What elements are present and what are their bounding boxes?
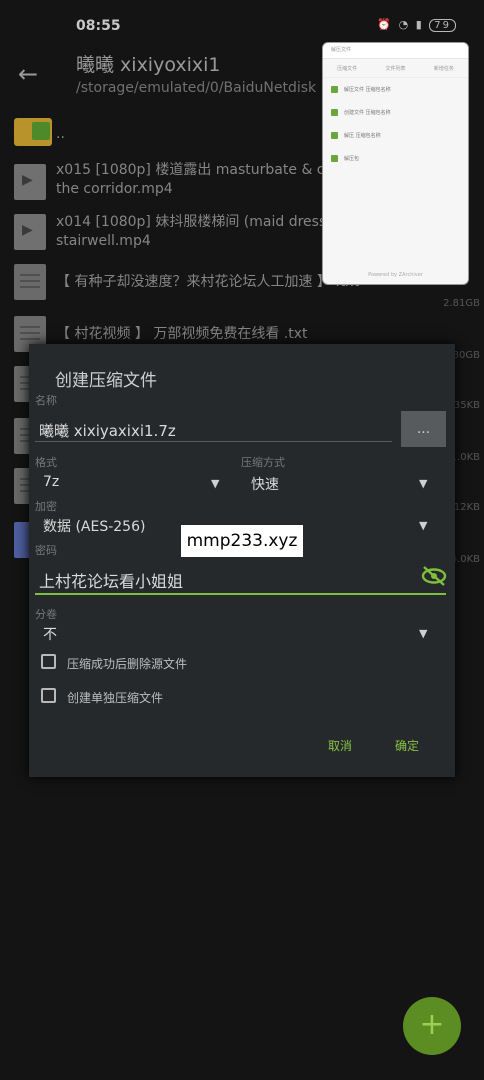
compression-label: 压缩方式 <box>241 456 285 469</box>
thumbnail-row: 创建文件 压缩包名称 <box>323 101 468 124</box>
file-size: 1.0KB <box>450 452 480 463</box>
file-name-line2: the corridor.mp4 <box>56 181 173 197</box>
file-size: 4.0KB <box>450 554 480 565</box>
name-underline <box>35 441 392 442</box>
thumbnail-row-text: 创建文件 压缩包名称 <box>344 110 391 116</box>
thumbnail-tab: 压缩文件 <box>337 65 358 72</box>
chevron-down-icon[interactable]: ▼ <box>419 477 427 490</box>
dialog-title: 创建压缩文件 <box>55 371 157 391</box>
chevron-down-icon[interactable]: ▼ <box>419 519 427 532</box>
file-name: x015 [1080p] 楼道露出 masturbate & cum <box>56 162 348 178</box>
browse-button[interactable]: ... <box>401 411 446 447</box>
file-name: 【 有种子却没速度？来村花论坛人工加速 】 .txt <box>56 274 360 290</box>
thumbnail-file-icon <box>331 86 338 93</box>
thumbnail-file-icon <box>331 109 338 116</box>
video-file-icon <box>14 164 46 200</box>
thumbnail-footer: Powered by ZArchiver <box>368 272 423 278</box>
thumbnail-row-text: 解压文件 压缩包名称 <box>344 87 391 93</box>
file-size: 2.81GB <box>443 298 480 309</box>
status-time: 08:55 <box>76 18 121 34</box>
signal-icon: ▮ <box>415 18 424 31</box>
watermark: mmp233.xyz <box>181 525 303 557</box>
thumbnail-row: 解压包 <box>323 147 468 170</box>
thumbnail-tabs: 压缩文件 文件列表 新增任务 <box>323 59 468 78</box>
file-name: 【 村花视频 】 万部视频免费在线看 .txt <box>56 326 308 342</box>
add-button[interactable]: + <box>403 997 461 1055</box>
visibility-off-icon[interactable] <box>421 566 447 586</box>
delete-source-label: 压缩成功后删除源文件 <box>67 657 188 671</box>
name-label: 名称 <box>35 394 57 407</box>
file-size: 12KB <box>453 502 480 513</box>
thumbnail-row-text: 解压 压缩包名称 <box>344 133 381 139</box>
status-icons: ⏰ ◔ ▮ 79 <box>377 18 456 32</box>
video-file-icon <box>14 214 46 250</box>
file-name: .. <box>56 126 65 142</box>
cancel-button[interactable]: 取消 <box>328 737 352 754</box>
separate-archives-label: 创建单独压缩文件 <box>67 691 164 705</box>
battery-icon: 79 <box>429 19 456 32</box>
create-archive-dialog: 创建压缩文件 名称 曦曦 xixiyaxixi1.7z ... 格式 7z ▼ … <box>29 344 455 777</box>
chevron-down-icon[interactable]: ▼ <box>211 477 219 490</box>
thumbnail-file-icon <box>331 132 338 139</box>
app-thumbnail[interactable]: 解压文件 压缩文件 文件列表 新增任务 解压文件 压缩包名称 创建文件 压缩包名… <box>322 42 469 285</box>
encryption-select[interactable]: 数据 (AES-256) <box>43 516 145 536</box>
file-name: x014 [1080p] 妹抖服楼梯间 (maid dress) <box>56 214 332 230</box>
wifi-icon: ◔ <box>398 18 411 31</box>
thumbnail-row: 解压 压缩包名称 <box>323 124 468 147</box>
folder-icon <box>14 118 52 146</box>
split-label: 分卷 <box>35 608 57 621</box>
thumbnail-tab: 文件列表 <box>385 65 406 72</box>
encryption-label: 加密 <box>35 500 57 513</box>
folder-path: /storage/emulated/0/BaiduNetdisk <box>76 80 317 96</box>
thumbnail-row-text: 解压包 <box>344 156 360 162</box>
back-arrow-icon[interactable]: ← <box>18 60 38 88</box>
thumbnail-file-icon <box>331 155 338 162</box>
split-select[interactable]: 不 <box>43 624 57 644</box>
alarm-icon: ⏰ <box>377 18 394 31</box>
delete-source-checkbox[interactable] <box>41 654 56 669</box>
text-file-icon <box>14 264 46 300</box>
thumbnail-row: 解压文件 压缩包名称 <box>323 78 468 101</box>
password-label: 密码 <box>35 544 57 557</box>
thumbnail-header: 解压文件 <box>323 43 468 59</box>
file-name-line2: stairwell.mp4 <box>56 233 151 249</box>
format-select[interactable]: 7z <box>43 474 59 490</box>
format-label: 格式 <box>35 456 57 469</box>
archive-name-field[interactable]: 曦曦 xixiyaxixi1.7z <box>39 420 176 441</box>
password-field[interactable]: 上村花论坛看小姐姐 <box>39 568 183 592</box>
chevron-down-icon[interactable]: ▼ <box>419 627 427 640</box>
separate-archives-checkbox[interactable] <box>41 688 56 703</box>
thumbnail-tab: 新增任务 <box>433 65 454 72</box>
ok-button[interactable]: 确定 <box>395 737 419 754</box>
folder-title: 曦曦 xixiyoxixi1 <box>76 54 221 76</box>
password-underline <box>35 593 446 595</box>
compression-select[interactable]: 快速 <box>251 474 279 494</box>
